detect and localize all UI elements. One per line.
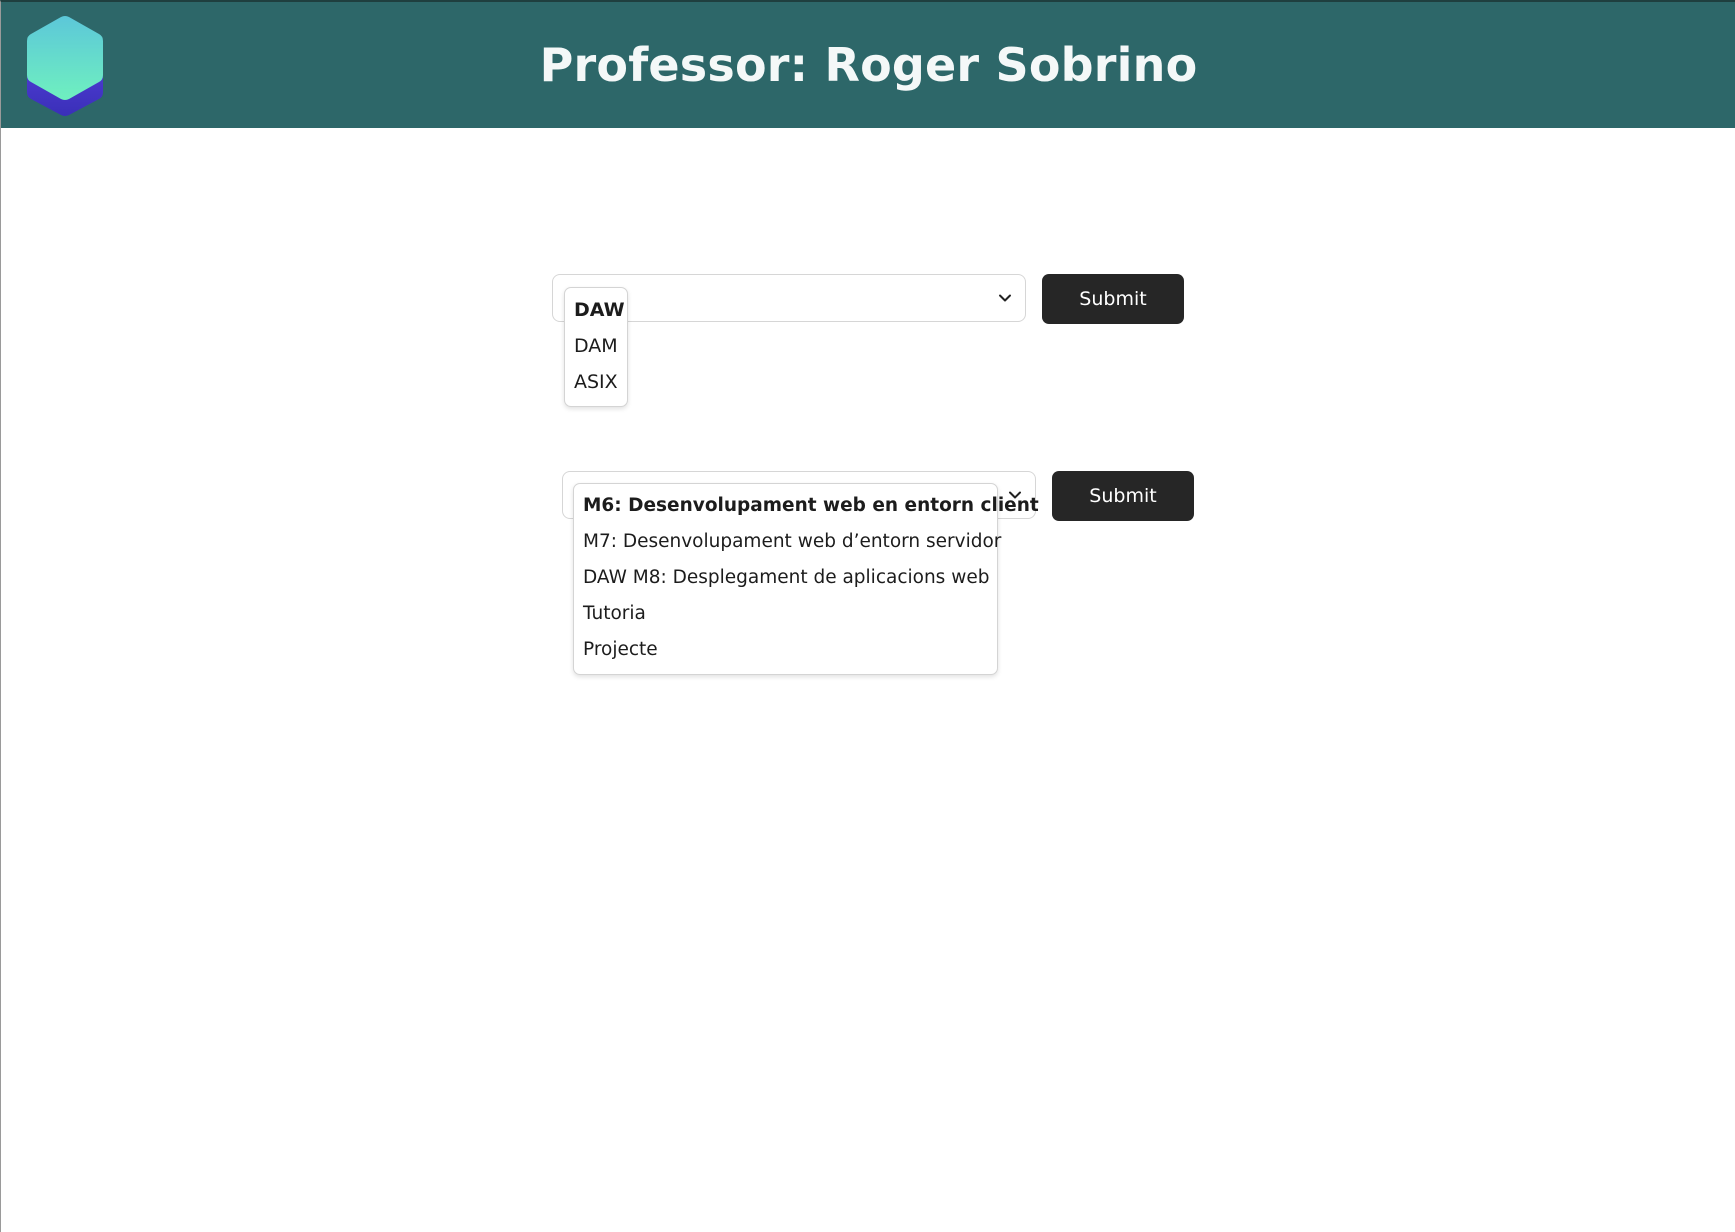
module-dropdown-list: M6: Desenvolupament web en entorn client… xyxy=(573,483,1039,675)
module-option-m7[interactable]: M7: Desenvolupament web d’entorn servido… xyxy=(574,524,1001,560)
cycle-option-dam[interactable]: DAM xyxy=(565,328,627,364)
chevron-down-icon xyxy=(999,294,1011,302)
cycle-option-daw[interactable]: DAW xyxy=(565,292,627,328)
cycle-option-asix[interactable]: ASIX xyxy=(565,364,627,400)
module-option-m6[interactable]: M6: Desenvolupament web en entorn client xyxy=(574,488,1039,524)
app-header: Professor: Roger Sobrino xyxy=(1,2,1735,128)
module-option-m8[interactable]: DAW M8: Desplegament de aplicacions web xyxy=(574,560,997,596)
cycle-submit-button[interactable]: Submit xyxy=(1042,274,1184,324)
module-submit-button[interactable]: Submit xyxy=(1052,471,1194,521)
page-title: Professor: Roger Sobrino xyxy=(539,38,1198,92)
cycle-dropdown-list: DAW DAM ASIX xyxy=(564,287,628,407)
module-option-tutoria[interactable]: Tutoria xyxy=(574,596,997,632)
module-option-projecte[interactable]: Projecte xyxy=(574,632,997,668)
